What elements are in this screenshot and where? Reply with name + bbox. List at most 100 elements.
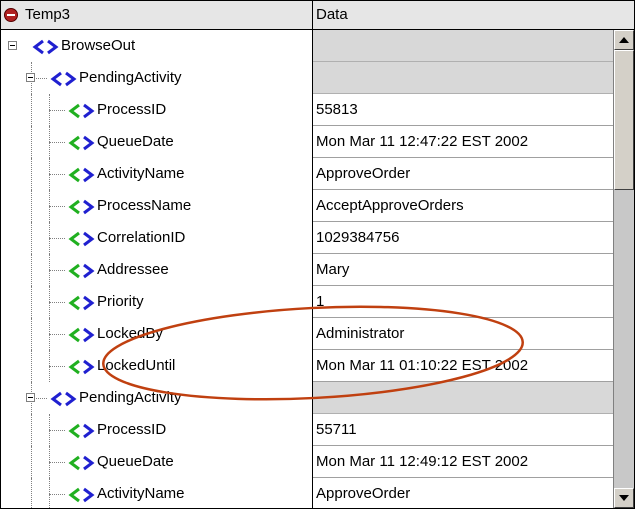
- node-name-cell[interactable]: ProcessID: [1, 94, 313, 126]
- node-name-cell[interactable]: BrowseOut: [1, 30, 313, 62]
- tree-connector: [49, 174, 65, 175]
- tree-row[interactable]: ProcessName AcceptApproveOrders: [1, 190, 613, 222]
- node-name-cell[interactable]: PendingActivity: [1, 62, 313, 94]
- node-value-cell[interactable]: ApproveOrder: [313, 478, 613, 508]
- tree-connector: [49, 462, 65, 463]
- xml-element-icon: [68, 263, 95, 279]
- tree-connector: [49, 286, 50, 318]
- node-name-cell[interactable]: Addressee: [1, 254, 313, 286]
- node-value-cell[interactable]: Mon Mar 11 12:49:12 EST 2002: [313, 446, 613, 478]
- node-value-cell[interactable]: [313, 30, 613, 62]
- node-name-cell[interactable]: Priority: [1, 286, 313, 318]
- tree-connector: [49, 446, 50, 478]
- tree-group-row[interactable]: PendingActivity: [1, 62, 613, 94]
- scroll-down-button[interactable]: [614, 488, 634, 508]
- tree-row[interactable]: QueueDate Mon Mar 11 12:49:12 EST 2002: [1, 446, 613, 478]
- xml-element-icon: [68, 487, 95, 503]
- node-name-cell[interactable]: ProcessID: [1, 414, 313, 446]
- collapse-toggle-icon[interactable]: [8, 41, 17, 50]
- collapse-toggle-icon[interactable]: [26, 73, 35, 82]
- node-name-cell[interactable]: QueueDate: [1, 126, 313, 158]
- node-name-cell[interactable]: ActivityName: [1, 478, 313, 508]
- node-value-cell[interactable]: 55813: [313, 94, 613, 126]
- tree-row[interactable]: CorrelationID 1029384756: [1, 222, 613, 254]
- xml-element-icon: [68, 455, 95, 471]
- node-value-cell[interactable]: Administrator: [313, 318, 613, 350]
- tree-connector: [49, 270, 65, 271]
- node-label: ActivityName: [97, 165, 185, 182]
- node-label: CorrelationID: [97, 229, 186, 246]
- name-column-title: Temp3: [25, 6, 71, 23]
- tree-row[interactable]: ActivityName ApproveOrder: [1, 478, 613, 508]
- scroll-thumb[interactable]: [614, 50, 634, 190]
- tree-connector: [49, 302, 65, 303]
- node-value-cell[interactable]: Mary: [313, 254, 613, 286]
- node-label: LockedUntil: [97, 357, 176, 374]
- tree-connector: [31, 94, 32, 126]
- node-value-cell[interactable]: 1: [313, 286, 613, 318]
- tree-group-row[interactable]: BrowseOut: [1, 30, 613, 62]
- xml-element-icon: [68, 199, 95, 215]
- collapse-toggle-icon[interactable]: [26, 393, 35, 402]
- tree-connector: [49, 94, 50, 126]
- tree-group-row[interactable]: PendingActivity: [1, 382, 613, 414]
- tree-row[interactable]: LockedUntil Mon Mar 11 01:10:22 EST 2002: [1, 350, 613, 382]
- tree-row[interactable]: ActivityName ApproveOrder: [1, 158, 613, 190]
- tree-connector: [49, 414, 50, 446]
- node-name-cell[interactable]: ProcessName: [1, 190, 313, 222]
- tree-connector: [31, 126, 32, 158]
- tree-connector: [49, 126, 50, 158]
- node-label: ActivityName: [97, 485, 185, 502]
- data-column-title: Data: [316, 6, 348, 23]
- tree-connector: [31, 446, 32, 478]
- node-name-cell[interactable]: PendingActivity: [1, 382, 313, 414]
- tree-connector: [49, 158, 50, 190]
- tree-connector: [49, 366, 65, 367]
- tree-row[interactable]: Addressee Mary: [1, 254, 613, 286]
- tree-connector: [49, 350, 50, 382]
- node-value-cell[interactable]: AcceptApproveOrders: [313, 190, 613, 222]
- tree-connector: [31, 478, 32, 508]
- node-value-cell[interactable]: Mon Mar 11 01:10:22 EST 2002: [313, 350, 613, 382]
- node-label: PendingActivity: [79, 389, 182, 406]
- node-name-cell[interactable]: LockedBy: [1, 318, 313, 350]
- node-label: QueueDate: [97, 453, 174, 470]
- node-name-cell[interactable]: CorrelationID: [1, 222, 313, 254]
- node-name-cell[interactable]: LockedUntil: [1, 350, 313, 382]
- node-label: PendingActivity: [79, 69, 182, 86]
- node-value-cell[interactable]: 1029384756: [313, 222, 613, 254]
- node-value-cell[interactable]: [313, 382, 613, 414]
- node-label: Priority: [97, 293, 144, 310]
- tree-connector: [49, 206, 65, 207]
- xml-element-icon: [50, 71, 77, 87]
- name-column-header[interactable]: Temp3: [1, 1, 313, 29]
- xml-element-icon: [32, 39, 59, 55]
- node-value-cell[interactable]: ApproveOrder: [313, 158, 613, 190]
- tree-row[interactable]: LockedBy Administrator: [1, 318, 613, 350]
- tree-table: Temp3 Data BrowseOut PendingActivity Proce…: [0, 0, 635, 509]
- node-name-cell[interactable]: ActivityName: [1, 158, 313, 190]
- tree-connector: [31, 254, 32, 286]
- tree-row[interactable]: Priority 1: [1, 286, 613, 318]
- node-name-cell[interactable]: QueueDate: [1, 446, 313, 478]
- up-arrow-icon: [619, 37, 629, 43]
- node-label: ProcessID: [97, 101, 167, 118]
- tree-row[interactable]: ProcessID 55711: [1, 414, 613, 446]
- xml-element-icon: [68, 103, 95, 119]
- tree-connector: [31, 286, 32, 318]
- collapse-icon[interactable]: [4, 8, 18, 22]
- data-column-header[interactable]: Data: [313, 1, 634, 29]
- tree-row[interactable]: ProcessID 55813: [1, 94, 613, 126]
- tree-connector: [31, 222, 32, 254]
- node-label: BrowseOut: [61, 37, 136, 54]
- scroll-up-button[interactable]: [614, 30, 634, 50]
- node-value-cell[interactable]: Mon Mar 11 12:47:22 EST 2002: [313, 126, 613, 158]
- tree-connector: [49, 430, 65, 431]
- xml-element-icon: [68, 423, 95, 439]
- tree-connector: [31, 350, 32, 382]
- node-value-cell[interactable]: 55711: [313, 414, 613, 446]
- tree-row[interactable]: QueueDate Mon Mar 11 12:47:22 EST 2002: [1, 126, 613, 158]
- tree-connector: [49, 238, 65, 239]
- vertical-scrollbar[interactable]: [613, 30, 634, 508]
- node-value-cell[interactable]: [313, 62, 613, 94]
